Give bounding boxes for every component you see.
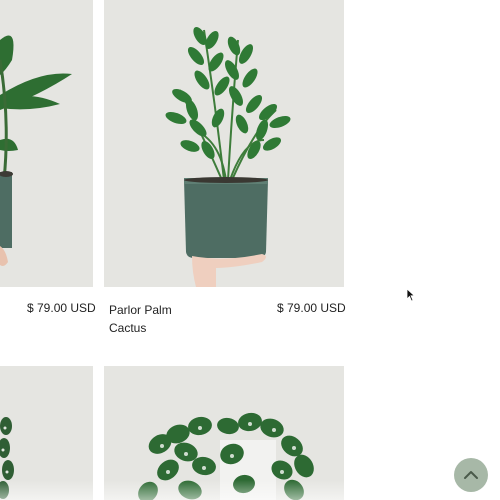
plant-illustration-bottom-left [0,417,14,499]
scroll-to-top-button[interactable] [454,458,488,492]
product-image-parlor-palm[interactable] [104,0,344,287]
product-grid-page: $ 79.00 USD Parlor Palm Cactus $ 79.00 U… [0,0,500,500]
product-category: Cactus [109,321,147,335]
product-price-parlor-palm: $ 79.00 USD [277,301,346,315]
product-image-bottom-left[interactable] [0,366,93,500]
product-price-left: $ 79.00 USD [27,301,96,315]
product-name-parlor-palm[interactable]: Parlor Palm [109,301,172,319]
plant-illustration-pothos [138,412,314,500]
plant-illustration-zz [165,26,291,287]
chevron-up-icon [464,471,478,479]
plant-illustration-left [0,35,72,266]
product-info[interactable]: Parlor Palm Cactus [109,301,172,337]
product-image-left[interactable] [0,0,93,287]
product-image-bottom-right[interactable] [104,366,344,500]
mouse-cursor-icon [406,288,416,302]
